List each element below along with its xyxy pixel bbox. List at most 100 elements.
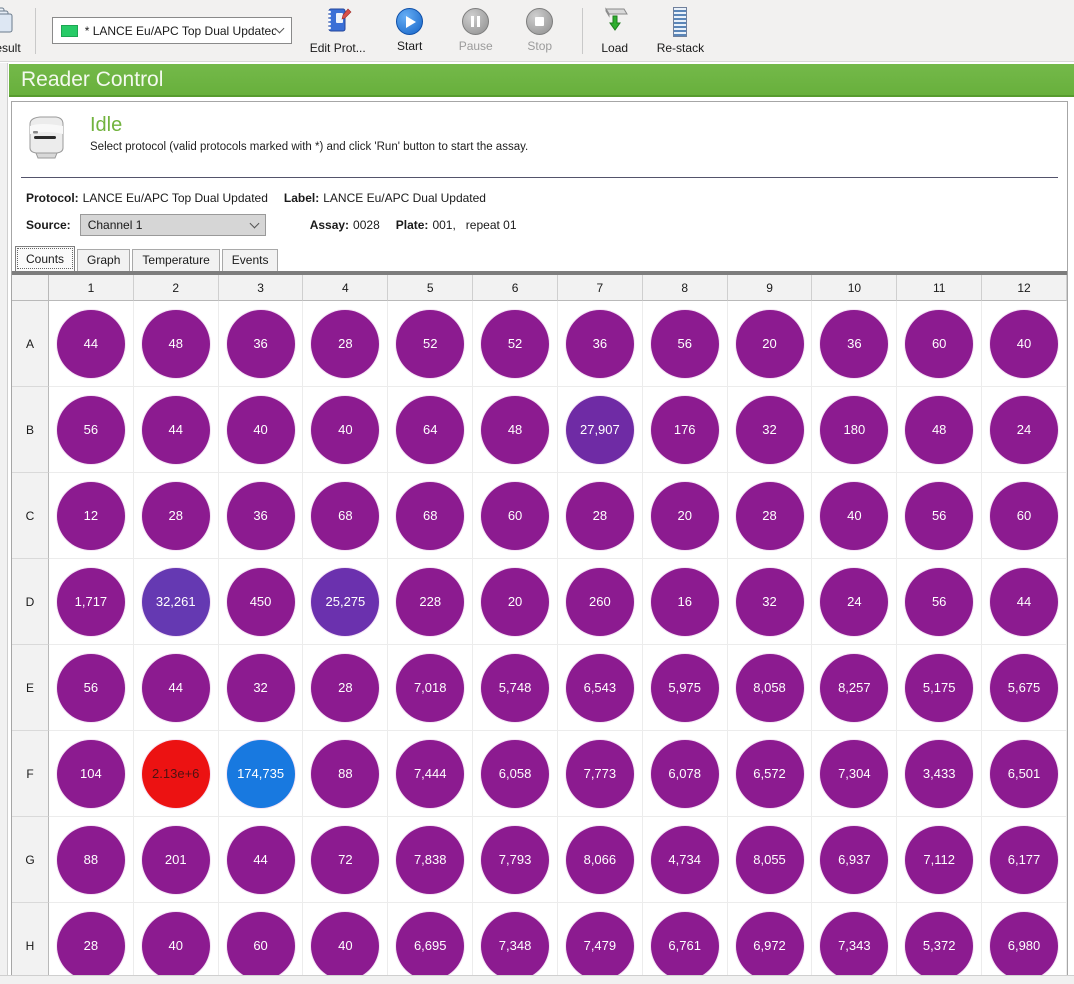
tab-temperature[interactable]: Temperature: [132, 249, 219, 271]
well-A5[interactable]: 52: [396, 310, 464, 378]
well-G11[interactable]: 7,112: [905, 826, 973, 894]
well-A3[interactable]: 36: [227, 310, 295, 378]
well-H3[interactable]: 60: [227, 912, 295, 980]
bottom-scroll-strip[interactable]: [0, 975, 1074, 984]
well-E11[interactable]: 5,175: [905, 654, 973, 722]
well-D8[interactable]: 16: [651, 568, 719, 636]
well-A9[interactable]: 20: [736, 310, 804, 378]
well-A1[interactable]: 44: [57, 310, 125, 378]
well-E1[interactable]: 56: [57, 654, 125, 722]
tab-counts[interactable]: Counts: [15, 246, 75, 271]
well-F5[interactable]: 7,444: [396, 740, 464, 808]
well-A10[interactable]: 36: [820, 310, 888, 378]
well-E5[interactable]: 7,018: [396, 654, 464, 722]
well-H9[interactable]: 6,972: [736, 912, 804, 980]
well-C6[interactable]: 60: [481, 482, 549, 550]
well-C9[interactable]: 28: [736, 482, 804, 550]
result-button[interactable]: t Result: [0, 3, 29, 59]
well-A12[interactable]: 40: [990, 310, 1058, 378]
well-F2[interactable]: 2.13e+6: [142, 740, 210, 808]
well-F11[interactable]: 3,433: [905, 740, 973, 808]
well-F7[interactable]: 7,773: [566, 740, 634, 808]
well-H11[interactable]: 5,372: [905, 912, 973, 980]
well-A7[interactable]: 36: [566, 310, 634, 378]
well-E9[interactable]: 8,058: [736, 654, 804, 722]
pause-button[interactable]: Pause: [450, 4, 502, 57]
well-F4[interactable]: 88: [311, 740, 379, 808]
well-C1[interactable]: 12: [57, 482, 125, 550]
well-A2[interactable]: 48: [142, 310, 210, 378]
well-C8[interactable]: 20: [651, 482, 719, 550]
well-B9[interactable]: 32: [736, 396, 804, 464]
well-F3[interactable]: 174,735: [227, 740, 295, 808]
well-G2[interactable]: 201: [142, 826, 210, 894]
well-F8[interactable]: 6,078: [651, 740, 719, 808]
well-F10[interactable]: 7,304: [820, 740, 888, 808]
well-H12[interactable]: 6,980: [990, 912, 1058, 980]
well-E2[interactable]: 44: [142, 654, 210, 722]
well-H10[interactable]: 7,343: [820, 912, 888, 980]
well-B10[interactable]: 180: [820, 396, 888, 464]
left-splitter-rail[interactable]: [0, 63, 8, 984]
well-H4[interactable]: 40: [311, 912, 379, 980]
well-E6[interactable]: 5,748: [481, 654, 549, 722]
well-C4[interactable]: 68: [311, 482, 379, 550]
well-F12[interactable]: 6,501: [990, 740, 1058, 808]
well-E3[interactable]: 32: [227, 654, 295, 722]
tab-graph[interactable]: Graph: [77, 249, 130, 271]
well-D6[interactable]: 20: [481, 568, 549, 636]
well-B1[interactable]: 56: [57, 396, 125, 464]
well-D3[interactable]: 450: [227, 568, 295, 636]
load-button[interactable]: Load: [589, 2, 641, 59]
well-F1[interactable]: 104: [57, 740, 125, 808]
well-C7[interactable]: 28: [566, 482, 634, 550]
well-D4[interactable]: 25,275: [311, 568, 379, 636]
well-D5[interactable]: 228: [396, 568, 464, 636]
well-C11[interactable]: 56: [905, 482, 973, 550]
well-G6[interactable]: 7,793: [481, 826, 549, 894]
well-G12[interactable]: 6,177: [990, 826, 1058, 894]
well-G10[interactable]: 6,937: [820, 826, 888, 894]
well-B2[interactable]: 44: [142, 396, 210, 464]
well-A11[interactable]: 60: [905, 310, 973, 378]
start-button[interactable]: Start: [384, 4, 436, 57]
well-A8[interactable]: 56: [651, 310, 719, 378]
well-D1[interactable]: 1,717: [57, 568, 125, 636]
well-D2[interactable]: 32,261: [142, 568, 210, 636]
well-B8[interactable]: 176: [651, 396, 719, 464]
well-B6[interactable]: 48: [481, 396, 549, 464]
well-G9[interactable]: 8,055: [736, 826, 804, 894]
well-H1[interactable]: 28: [57, 912, 125, 980]
well-C12[interactable]: 60: [990, 482, 1058, 550]
edit-protocol-button[interactable]: Edit Prot...: [302, 3, 374, 59]
protocol-dropdown[interactable]: * LANCE Eu/APC Top Dual Updated: [52, 17, 292, 44]
well-F9[interactable]: 6,572: [736, 740, 804, 808]
well-A6[interactable]: 52: [481, 310, 549, 378]
well-B4[interactable]: 40: [311, 396, 379, 464]
well-B7[interactable]: 27,907: [566, 396, 634, 464]
well-D10[interactable]: 24: [820, 568, 888, 636]
well-D12[interactable]: 44: [990, 568, 1058, 636]
well-G7[interactable]: 8,066: [566, 826, 634, 894]
well-D7[interactable]: 260: [566, 568, 634, 636]
well-G5[interactable]: 7,838: [396, 826, 464, 894]
tab-events[interactable]: Events: [222, 249, 279, 271]
well-H8[interactable]: 6,761: [651, 912, 719, 980]
well-G3[interactable]: 44: [227, 826, 295, 894]
well-E8[interactable]: 5,975: [651, 654, 719, 722]
well-E7[interactable]: 6,543: [566, 654, 634, 722]
well-G4[interactable]: 72: [311, 826, 379, 894]
well-H6[interactable]: 7,348: [481, 912, 549, 980]
well-H2[interactable]: 40: [142, 912, 210, 980]
well-D9[interactable]: 32: [736, 568, 804, 636]
source-dropdown[interactable]: Channel 1: [80, 214, 266, 236]
well-B11[interactable]: 48: [905, 396, 973, 464]
well-H5[interactable]: 6,695: [396, 912, 464, 980]
well-B12[interactable]: 24: [990, 396, 1058, 464]
well-C10[interactable]: 40: [820, 482, 888, 550]
well-G1[interactable]: 88: [57, 826, 125, 894]
well-D11[interactable]: 56: [905, 568, 973, 636]
well-B5[interactable]: 64: [396, 396, 464, 464]
well-G8[interactable]: 4,734: [651, 826, 719, 894]
well-F6[interactable]: 6,058: [481, 740, 549, 808]
